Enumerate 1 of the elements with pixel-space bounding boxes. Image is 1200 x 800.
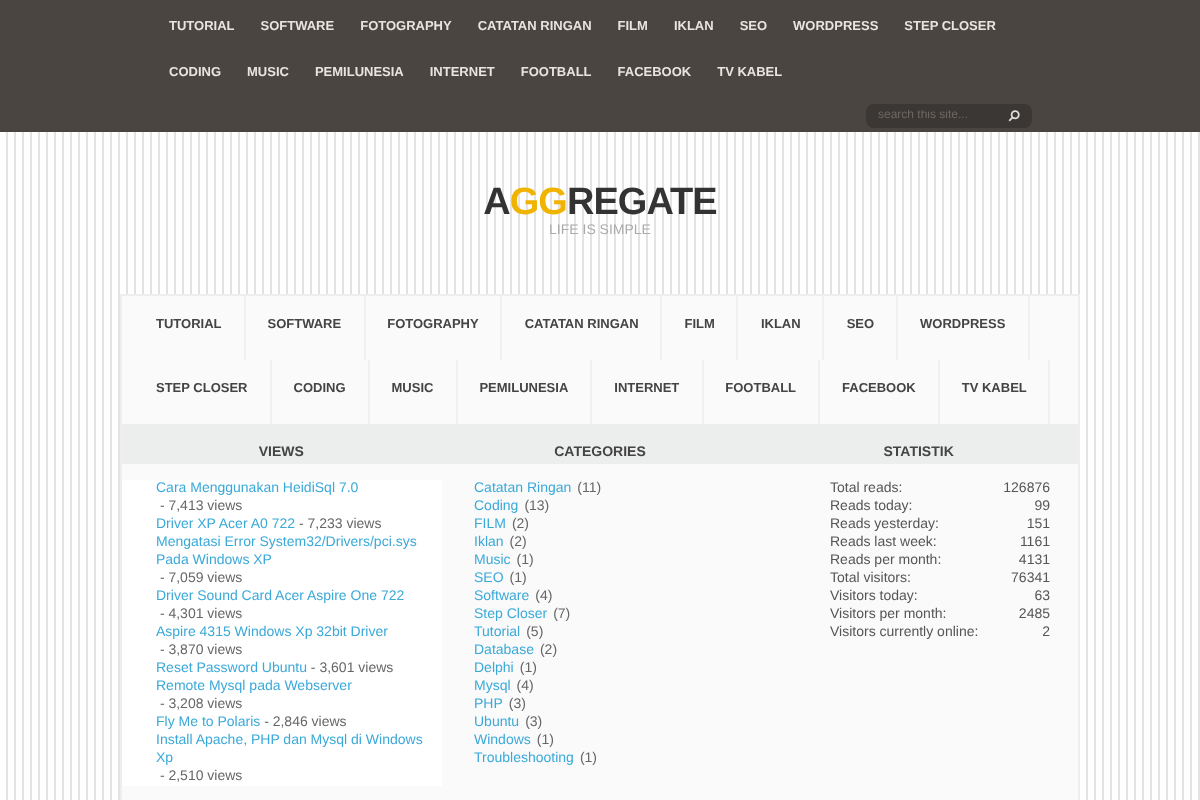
search-icon[interactable] [1008, 110, 1020, 122]
